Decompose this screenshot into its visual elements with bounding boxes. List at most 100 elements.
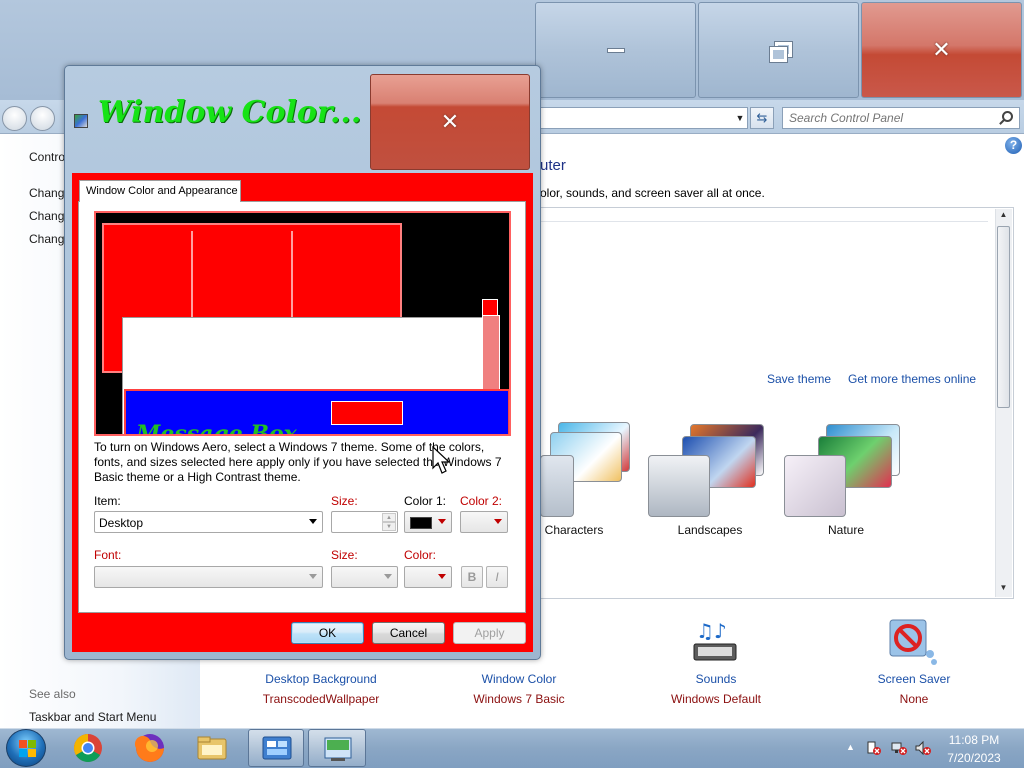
- font-select[interactable]: [94, 566, 323, 588]
- theme-label: Landscapes: [677, 523, 743, 537]
- back-button[interactable]: [2, 106, 27, 131]
- restore-icon: [768, 41, 793, 63]
- see-also-heading: See also: [29, 687, 76, 701]
- sounds-link[interactable]: Sounds: [660, 672, 772, 686]
- font-color-picker[interactable]: [404, 566, 452, 588]
- desktop-background-value: TranscodedWallpaper: [262, 692, 380, 706]
- close-icon: ✕: [932, 37, 951, 62]
- theme-nature[interactable]: [782, 420, 910, 520]
- refresh-button[interactable]: ⇆: [750, 107, 774, 129]
- page-title: uter: [540, 157, 566, 174]
- color1-swatch: [410, 517, 432, 529]
- color1-picker[interactable]: [404, 511, 452, 533]
- font-label: Font:: [94, 548, 122, 562]
- windows-logo-icon: [28, 740, 36, 748]
- window-color-value: Windows 7 Basic: [473, 692, 565, 706]
- close-icon: ✕: [440, 109, 460, 134]
- start-button[interactable]: [6, 729, 46, 767]
- color1-label: Color 1:: [404, 494, 447, 508]
- close-button[interactable]: ✕: [861, 2, 1022, 98]
- ok-button[interactable]: OK: [291, 622, 364, 644]
- clock-time[interactable]: 11:08 PM: [946, 733, 1002, 747]
- tab-window-color-appearance[interactable]: Window Color and Appearance: [79, 180, 241, 202]
- search-input[interactable]: [789, 111, 994, 125]
- chevron-down-icon: [309, 519, 317, 524]
- cancel-button[interactable]: Cancel: [372, 622, 445, 644]
- search-box[interactable]: [782, 107, 1020, 129]
- preview-window-pane: [291, 231, 391, 331]
- search-icon[interactable]: [1002, 111, 1013, 122]
- volume-icon[interactable]: [915, 740, 931, 756]
- scroll-up-icon[interactable]: ▲: [997, 210, 1010, 224]
- screen-saver-value: None: [899, 692, 929, 706]
- sounds-icon[interactable]: ♫♪: [690, 618, 742, 666]
- explorer-taskbar-button[interactable]: [190, 731, 234, 765]
- network-icon[interactable]: [891, 740, 907, 756]
- left-pane-link[interactable]: Chang: [29, 186, 64, 200]
- theme-preview-image: [784, 455, 846, 517]
- preview-scrollbar: [482, 315, 500, 391]
- theme-label: Nature: [827, 523, 865, 537]
- left-pane-link[interactable]: Chang: [29, 232, 64, 246]
- minimize-button[interactable]: [535, 2, 696, 98]
- get-more-themes-link[interactable]: Get more themes online: [848, 372, 976, 386]
- windows-logo-icon: [19, 749, 27, 757]
- theme-divider: [540, 221, 988, 222]
- left-pane-home-link[interactable]: Contro: [29, 150, 65, 164]
- left-pane-link[interactable]: Chang: [29, 209, 64, 223]
- save-theme-link[interactable]: Save theme: [767, 372, 831, 386]
- windows-logo-icon: [28, 749, 36, 757]
- mouse-cursor-icon: [432, 446, 451, 474]
- clock-date[interactable]: 7/20/2023: [946, 751, 1002, 765]
- action-center-icon[interactable]: [866, 740, 882, 756]
- chevron-down-icon: [494, 519, 502, 524]
- bold-button[interactable]: B: [461, 566, 483, 588]
- window-color-taskbar-button[interactable]: [308, 729, 366, 767]
- preview-message-box-button: [331, 401, 403, 425]
- dialog-close-button[interactable]: ✕: [370, 74, 530, 170]
- windows-logo-icon: [19, 740, 27, 748]
- spin-down-icon[interactable]: ▼: [382, 522, 396, 531]
- item-select[interactable]: Desktop: [94, 511, 323, 533]
- theme-preview-image: [540, 455, 574, 517]
- appearance-preview: Message Box: [94, 211, 511, 436]
- help-icon[interactable]: ?: [1005, 137, 1022, 154]
- forward-button[interactable]: [30, 106, 55, 131]
- chevron-down-icon: [438, 519, 446, 524]
- control-panel-taskbar-button[interactable]: [248, 729, 304, 767]
- item-label: Item:: [94, 494, 121, 508]
- maximize-button[interactable]: [698, 2, 859, 98]
- theme-landscapes[interactable]: [646, 420, 774, 520]
- scroll-down-icon[interactable]: ▼: [997, 583, 1010, 597]
- font-size-select[interactable]: [331, 566, 398, 588]
- color2-picker[interactable]: [460, 511, 508, 533]
- item-size-stepper[interactable]: ▲ ▼: [331, 511, 398, 533]
- font-color-label: Color:: [404, 548, 437, 562]
- theme-preview-image: [648, 455, 710, 517]
- screen-saver-icon[interactable]: [884, 616, 938, 668]
- theme-label: Characters: [544, 523, 604, 537]
- address-dropdown-icon[interactable]: ▼: [733, 109, 747, 127]
- dialog-title: Window Color...: [98, 95, 362, 130]
- svg-text:♫♪: ♫♪: [696, 619, 727, 643]
- scroll-thumb[interactable]: [997, 226, 1010, 408]
- window-color-link[interactable]: Window Color: [460, 672, 578, 686]
- firefox-taskbar-button[interactable]: [128, 731, 172, 765]
- chrome-taskbar-button[interactable]: [66, 731, 110, 765]
- desktop-background-link[interactable]: Desktop Background: [252, 672, 390, 686]
- theme-list: [540, 207, 1014, 599]
- dialog-app-icon: [74, 114, 88, 128]
- font-size-label: Size:: [331, 548, 358, 562]
- size-label: Size:: [331, 494, 358, 508]
- spin-up-icon[interactable]: ▲: [382, 513, 396, 522]
- chevron-down-icon: [309, 574, 317, 579]
- apply-button[interactable]: Apply: [453, 622, 526, 644]
- address-bar[interactable]: [540, 107, 748, 129]
- page-description: olor, sounds, and screen saver all at on…: [540, 186, 765, 200]
- italic-button[interactable]: I: [486, 566, 508, 588]
- screen-saver-link[interactable]: Screen Saver: [864, 672, 964, 686]
- taskbar-start-menu-link[interactable]: Taskbar and Start Menu: [29, 710, 156, 724]
- preview-message-box-title: Message Box: [136, 421, 297, 436]
- show-hidden-icons-button[interactable]: ▲: [846, 742, 855, 752]
- preview-window-pane: [191, 231, 291, 331]
